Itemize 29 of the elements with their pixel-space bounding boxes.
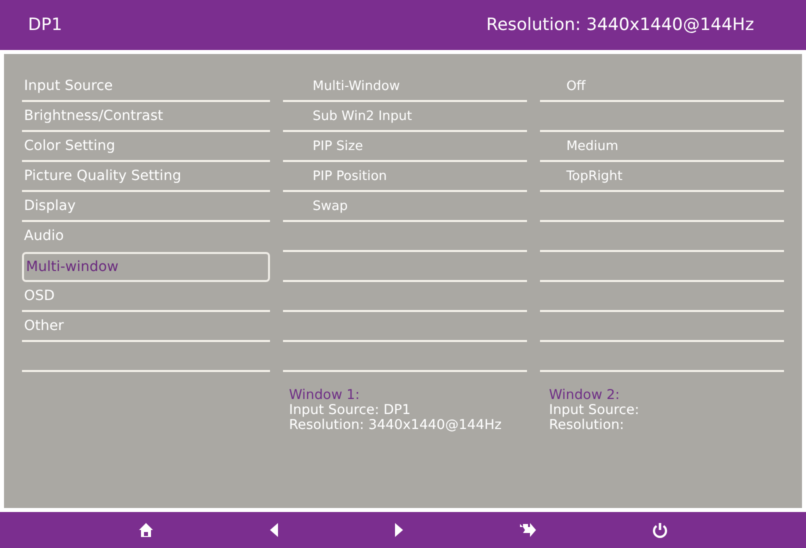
menu-item[interactable]: Picture Quality Setting — [22, 168, 182, 184]
window-info: Resolution: 3440x1440@144Hz — [289, 418, 503, 433]
submenu-item[interactable]: Swap — [282, 198, 348, 214]
menu-item[interactable]: Display — [22, 198, 76, 214]
menu-item[interactable]: Input Source — [22, 78, 113, 94]
submenu-item[interactable]: Multi-Window — [282, 78, 400, 94]
window-info: Resolution: — [549, 418, 626, 433]
setting-value: TopRight — [565, 168, 622, 184]
setting-value: Off — [565, 78, 586, 94]
window-title: Window 1: — [289, 388, 361, 403]
home-icon — [138, 522, 154, 538]
menu-item[interactable]: Color Setting — [22, 138, 116, 154]
menu-item[interactable]: Audio — [22, 228, 64, 244]
submenu-item[interactable]: PIP Position — [282, 168, 387, 184]
power-icon — [652, 522, 668, 538]
resolution-title: Resolution: 3440x1440@144Hz — [486, 15, 754, 35]
window-info: Input Source: — [549, 403, 640, 418]
window-title: Window 2: — [549, 388, 621, 403]
window-info: Input Source: DP1 — [289, 403, 412, 418]
submenu-item[interactable]: Sub Win2 Input — [282, 108, 412, 124]
menu-item[interactable]: Other — [22, 318, 64, 334]
menu-item[interactable]: OSD — [22, 288, 55, 304]
menu-item[interactable]: Brightness/Contrast — [22, 108, 164, 124]
right-triangle-icon — [394, 522, 404, 538]
setting-value: Medium — [565, 138, 618, 154]
left-triangle-icon — [268, 522, 279, 538]
submenu-item[interactable]: PIP Size — [282, 138, 363, 154]
input-source-title: DP1 — [28, 15, 62, 35]
exit-icon — [519, 522, 538, 538]
